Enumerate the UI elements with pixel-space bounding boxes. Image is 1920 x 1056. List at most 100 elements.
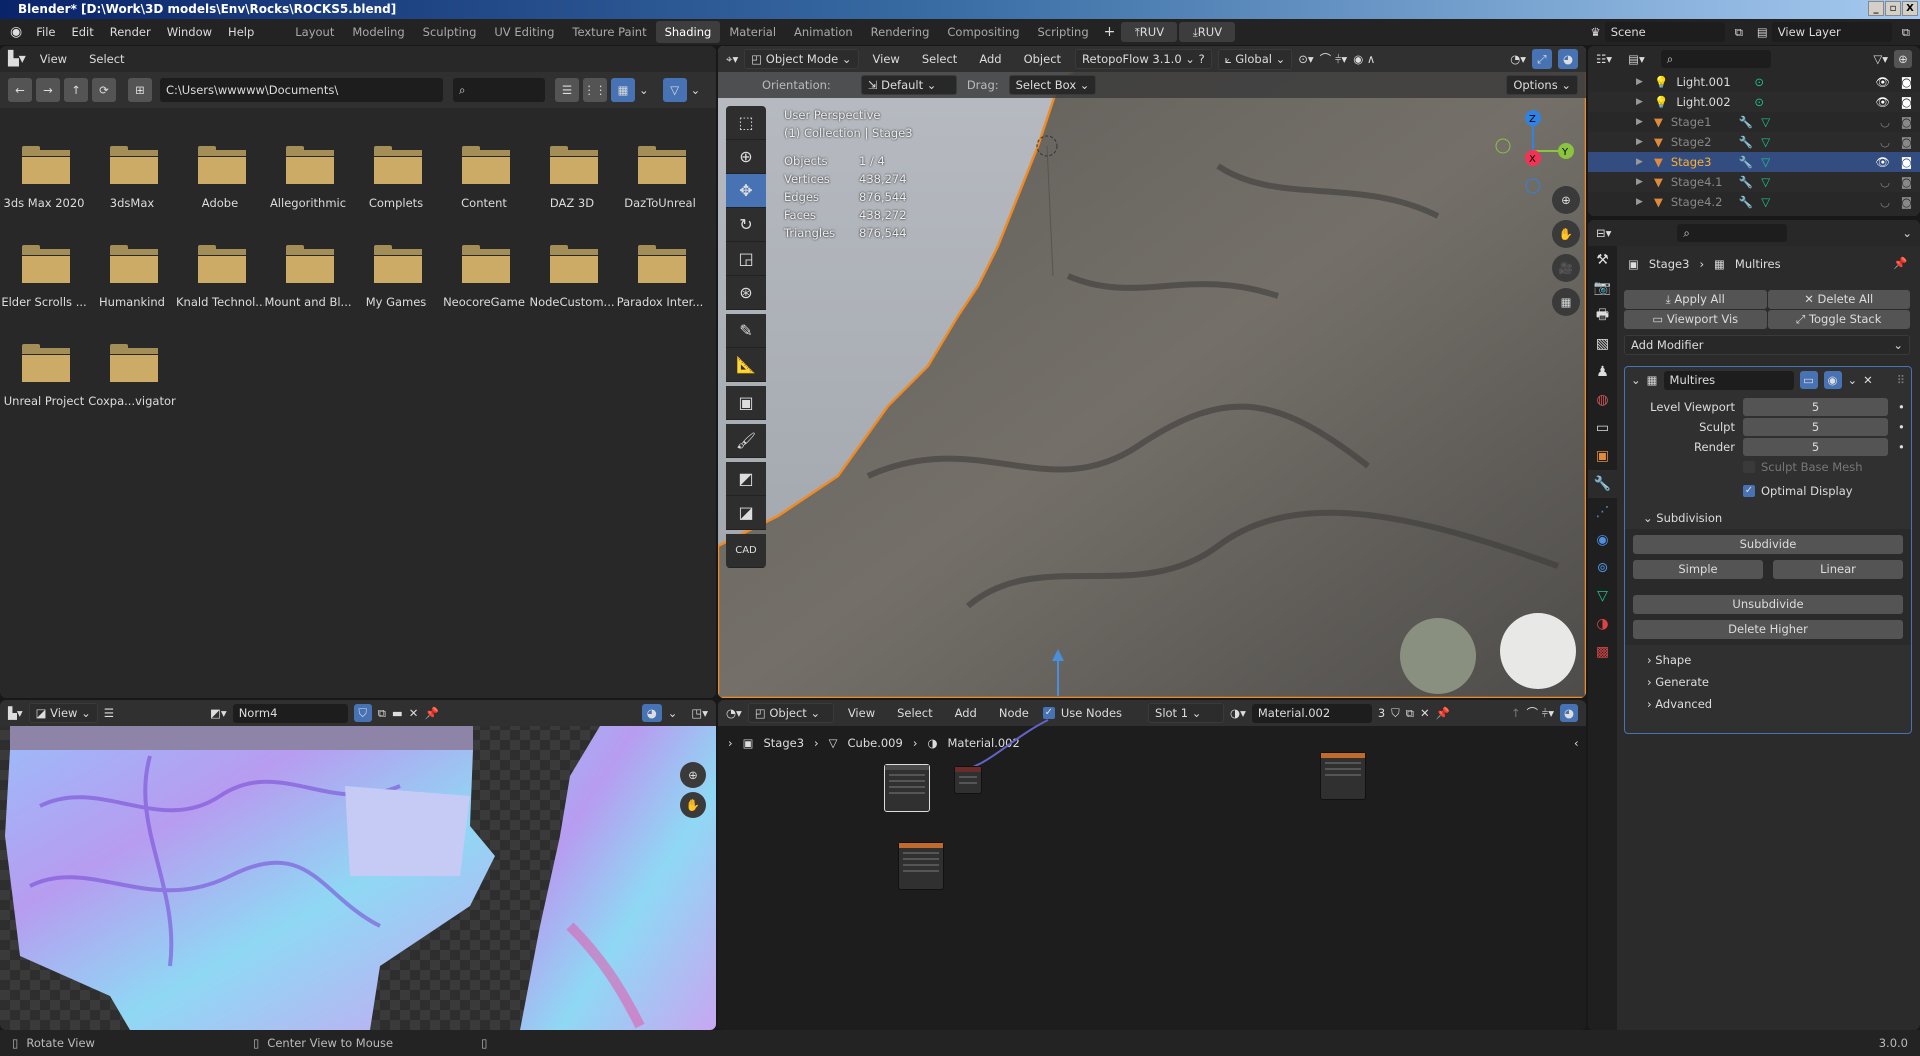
- scale-tool-icon[interactable]: ◲: [726, 242, 766, 276]
- display-channels-icon[interactable]: ◳▾: [691, 706, 708, 720]
- folder-item[interactable]: Paradox Inter...: [616, 233, 704, 323]
- retopoflow-dropdown[interactable]: RetopoFlow 3.1.0 ⌄ ?: [1075, 49, 1212, 69]
- level-viewport-field[interactable]: 5: [1743, 398, 1888, 416]
- brush-tool-icon[interactable]: 🖌: [726, 424, 766, 458]
- properties-editor-type-icon[interactable]: ⊟▾: [1596, 226, 1611, 240]
- menu-select[interactable]: Select: [81, 52, 132, 66]
- add-cube-tool-icon[interactable]: ▣: [726, 386, 766, 420]
- gizmo-toggle-icon[interactable]: ⤢: [1532, 49, 1552, 69]
- new-folder-icon[interactable]: ⊞: [128, 78, 152, 102]
- collection-tab-icon[interactable]: ▭: [1588, 414, 1617, 442]
- ruv-down-button[interactable]: ⤓ RUV: [1179, 22, 1236, 42]
- render-camera-icon[interactable]: ◙: [1901, 195, 1912, 209]
- mesh-data-icon[interactable]: ▽: [1761, 155, 1770, 169]
- linear-button[interactable]: Linear: [1773, 560, 1903, 579]
- overlay-toggle-icon[interactable]: ◕: [1558, 49, 1578, 69]
- eye-icon[interactable]: 👁: [1875, 155, 1890, 169]
- view-menu[interactable]: ◪ View ⌄: [28, 703, 98, 723]
- new-image-icon[interactable]: ⧉: [378, 706, 386, 721]
- cad-tool-icon[interactable]: CAD: [726, 534, 766, 568]
- expand-arrow-icon[interactable]: ▶: [1636, 197, 1643, 207]
- subdivide-button[interactable]: Subdivide: [1633, 535, 1903, 554]
- move-tool-icon[interactable]: ✥: [726, 174, 766, 208]
- unsubdivide-button[interactable]: Unsubdivide: [1633, 595, 1903, 614]
- folder-item[interactable]: Mount and Bl...: [264, 233, 352, 323]
- scene-icon[interactable]: ♛: [1586, 25, 1604, 39]
- eye-closed-icon[interactable]: ◡: [1880, 135, 1890, 149]
- modifier-wrench-icon[interactable]: 🔧: [1739, 115, 1753, 129]
- remove-modifier-icon[interactable]: ✕: [1863, 373, 1873, 387]
- delete-higher-button[interactable]: Delete Higher: [1633, 620, 1903, 639]
- tab-rendering[interactable]: Rendering: [862, 21, 939, 43]
- menu-select[interactable]: Select: [914, 52, 965, 66]
- eye-icon[interactable]: 👁: [1875, 95, 1890, 109]
- collapse-chevron-icon[interactable]: ⌄: [1631, 373, 1641, 387]
- expand-arrow-icon[interactable]: ▶: [1636, 97, 1643, 107]
- eye-closed-icon[interactable]: ◡: [1880, 115, 1890, 129]
- tab-layout[interactable]: Layout: [286, 21, 343, 43]
- keyframe-dot-icon[interactable]: •: [1898, 420, 1905, 434]
- mesh-data-icon[interactable]: ▽: [1761, 175, 1770, 189]
- object-tab-icon[interactable]: ▣: [1588, 442, 1617, 470]
- refresh-icon[interactable]: ⟳: [92, 78, 116, 102]
- new-collection-icon[interactable]: ⊕: [1894, 50, 1912, 68]
- transform-orientation-dropdown[interactable]: ⟀ Global ⌄: [1217, 48, 1293, 70]
- keyframe-dot-icon[interactable]: •: [1898, 400, 1905, 414]
- outliner-item-name[interactable]: Stage3: [1671, 155, 1741, 169]
- menu-edit[interactable]: Edit: [63, 25, 101, 39]
- overlays-icon[interactable]: ◕: [641, 704, 662, 722]
- modifier-wrench-icon[interactable]: 🔧: [1739, 195, 1753, 209]
- menu-view[interactable]: View: [32, 52, 75, 66]
- modifier-name-input[interactable]: Multires: [1663, 370, 1794, 390]
- shape-subpanel-header[interactable]: › Shape: [1625, 645, 1911, 671]
- particles-tab-icon[interactable]: ⋰: [1588, 498, 1617, 526]
- node-image-texture[interactable]: [1320, 752, 1366, 800]
- outliner-item[interactable]: ▶ ▼ Stage3 🔧 ▽ 👁 ◙: [1588, 152, 1920, 172]
- image-name-input[interactable]: Norm4: [232, 703, 348, 723]
- render-camera-icon[interactable]: ◙: [1901, 95, 1912, 109]
- view-layer-tab-icon[interactable]: ▧: [1588, 330, 1617, 358]
- properties-search-input[interactable]: ⌕: [1677, 224, 1788, 242]
- menu-object[interactable]: Object: [1016, 52, 1069, 66]
- ortho-grid-icon[interactable]: ▦: [1552, 288, 1580, 316]
- folder-item[interactable]: Complets: [352, 134, 440, 224]
- show-in-viewport-icon[interactable]: ▭: [1799, 371, 1818, 389]
- outliner-item-name[interactable]: Light.001: [1676, 75, 1746, 89]
- view-layer-icon[interactable]: ▤: [1753, 25, 1772, 39]
- folder-item[interactable]: Humankind: [88, 233, 176, 323]
- mode-dropdown[interactable]: ◰ Object Mode ⌄: [744, 49, 859, 69]
- filter-icon[interactable]: ▽: [662, 78, 687, 102]
- image-browse-icon[interactable]: ◩▾: [210, 706, 227, 720]
- show-in-render-icon[interactable]: ◉: [1823, 371, 1842, 389]
- outliner-search-input[interactable]: ⌕: [1660, 50, 1771, 68]
- outliner-item-name[interactable]: Stage4.2: [1671, 195, 1741, 209]
- output-tab-icon[interactable]: 🖶: [1588, 302, 1617, 330]
- folder-item[interactable]: Coxpa...vigator: [88, 332, 176, 422]
- outliner-item[interactable]: ▶ 💡 Light.001 ⊙ 👁 ◙: [1588, 72, 1920, 92]
- pan-hand-icon[interactable]: ✋: [680, 792, 706, 818]
- modifier-menu-chevron-icon[interactable]: ⌄: [1848, 373, 1858, 387]
- outliner-item-name[interactable]: Stage2: [1671, 135, 1741, 149]
- outliner-item[interactable]: ▶ ▼ Stage2 🔧 ▽ ◡ ◙: [1588, 132, 1920, 152]
- menu-add[interactable]: Add: [971, 52, 1009, 66]
- mesh-data-tab-icon[interactable]: ▽: [1588, 582, 1617, 610]
- expand-arrow-icon[interactable]: ▶: [1636, 157, 1643, 167]
- back-icon[interactable]: ←: [8, 78, 32, 102]
- advanced-subpanel-header[interactable]: › Advanced: [1625, 693, 1911, 715]
- physics-tab-icon[interactable]: ◉: [1588, 526, 1617, 554]
- tab-shading[interactable]: Shading: [655, 21, 721, 43]
- node-material-output[interactable]: [954, 766, 982, 794]
- render-camera-icon[interactable]: ◙: [1901, 135, 1912, 149]
- render-camera-icon[interactable]: ◙: [1901, 75, 1912, 89]
- snap-icon[interactable]: ⌒ ⫩▾: [1320, 51, 1348, 67]
- node-editor[interactable]: ◔▾ ◰ Object ⌄ View Select Add Node ✓ Use…: [718, 700, 1586, 1030]
- menu-view[interactable]: View: [865, 52, 908, 66]
- pan-hand-icon[interactable]: ✋: [1552, 220, 1580, 248]
- folder-item[interactable]: NodeCustom...: [528, 233, 616, 323]
- gizmo-x-label[interactable]: X: [1529, 154, 1536, 165]
- render-camera-icon[interactable]: ◙: [1901, 175, 1912, 189]
- editor-type-3d-icon[interactable]: ⌖▾: [726, 52, 738, 67]
- delete-all-button[interactable]: ✕ Delete All: [1767, 290, 1910, 309]
- visibility-icon[interactable]: ◔▾: [1510, 52, 1526, 66]
- extrude-tool-icon[interactable]: ◩: [726, 462, 766, 496]
